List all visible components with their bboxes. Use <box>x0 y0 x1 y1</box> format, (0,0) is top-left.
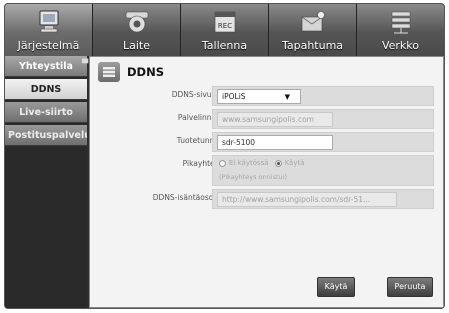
ddns-address-field: http://www.samsungipolis.com/sdr-51... <box>212 189 434 209</box>
sidebar-item-label: Yhteystila <box>19 61 73 72</box>
dropdown-arrow-icon: ▼ <box>284 93 290 101</box>
sidebar-item-label: Postituspalvelu <box>8 130 87 141</box>
product-id-field: sdr-5100 <box>212 132 434 152</box>
sidebar-item-label: Live-siirto <box>19 107 73 118</box>
host-name-field: www.samsungipolis.com <box>212 109 434 129</box>
ddns-site-select[interactable]: iPOLiS ▼ <box>217 89 301 104</box>
system-icon <box>34 9 64 35</box>
radio-disabled-label: Ei käytössä <box>229 159 269 167</box>
top-tab-bar: Järjestelmä Laite REC Tallenna Tapahtuma… <box>5 4 444 56</box>
ddns-panel: DDNS DDNS-sivusto iPOLiS ▼ Palvelinnimi … <box>89 56 444 308</box>
tab-record[interactable]: REC Tallenna <box>181 4 269 56</box>
radio-enabled-label: Käytä <box>284 159 305 167</box>
collapse-marker-icon: ▀ <box>82 59 89 68</box>
cancel-button[interactable]: Peruuta <box>387 277 433 297</box>
tab-label: Tallenna <box>201 39 248 52</box>
host-name-input: www.samsungipolis.com <box>217 112 333 127</box>
sidebar-item-ddns[interactable]: DDNS <box>5 79 87 100</box>
tab-label: Järjestelmä <box>17 39 80 52</box>
sidebar-item-label: DDNS <box>30 84 62 95</box>
host-name-row: Palvelinnimi www.samsungipolis.com <box>90 109 444 129</box>
ddns-site-row: DDNS-sivusto iPOLiS ▼ <box>90 86 444 106</box>
tab-event[interactable]: Tapahtuma <box>269 4 357 56</box>
sidebar-item-live-transfer[interactable]: Live-siirto <box>5 102 87 123</box>
record-icon: REC <box>210 9 240 35</box>
event-icon <box>298 9 328 35</box>
product-id-row: Tuotetunnus sdr-5100 <box>90 132 444 152</box>
camera-icon <box>122 9 152 35</box>
sidebar-item-connection-mode[interactable]: Yhteystila <box>5 56 87 77</box>
tab-label: Verkko <box>381 39 420 52</box>
tab-network[interactable]: Verkko <box>357 4 444 56</box>
window-frame: Järjestelmä Laite REC Tallenna Tapahtuma… <box>4 3 445 309</box>
radio-disabled[interactable] <box>219 159 226 167</box>
tab-system[interactable]: Järjestelmä <box>5 4 93 56</box>
page-title: DDNS <box>127 65 164 79</box>
tab-label: Tapahtuma <box>281 39 344 52</box>
svg-text:REC: REC <box>217 22 231 30</box>
quick-connect-status: (Pikayhteys onnistui) <box>219 173 287 181</box>
ddns-address-row: DDNS-isäntäosoite http://www.samsungipol… <box>90 189 444 209</box>
tab-label: Laite <box>122 39 150 52</box>
sidebar: Yhteystila DDNS Live-siirto Postituspalv… <box>5 56 89 308</box>
product-id-input[interactable]: sdr-5100 <box>217 135 333 150</box>
quick-connect-field: Ei käytössä Käytä (Pikayhteys onnistui) <box>212 155 434 186</box>
network-settings-icon <box>98 62 120 82</box>
quick-connect-row: Pikayhteys Ei käytössä Käytä (Pikayhteys… <box>90 155 444 186</box>
sidebar-item-mail-service[interactable]: Postituspalvelu <box>5 125 87 146</box>
panel-header: DDNS <box>98 62 164 82</box>
ddns-site-value: iPOLiS <box>222 92 246 101</box>
ddns-address-input: http://www.samsungipolis.com/sdr-51... <box>217 192 397 207</box>
quick-connect-options: Ei käytössä Käytä <box>219 159 305 167</box>
apply-button[interactable]: Käytä <box>317 277 355 297</box>
tab-device[interactable]: Laite <box>93 4 181 56</box>
ddns-site-field: iPOLiS ▼ <box>212 86 434 106</box>
network-icon <box>386 9 416 35</box>
radio-enabled[interactable] <box>274 159 282 167</box>
